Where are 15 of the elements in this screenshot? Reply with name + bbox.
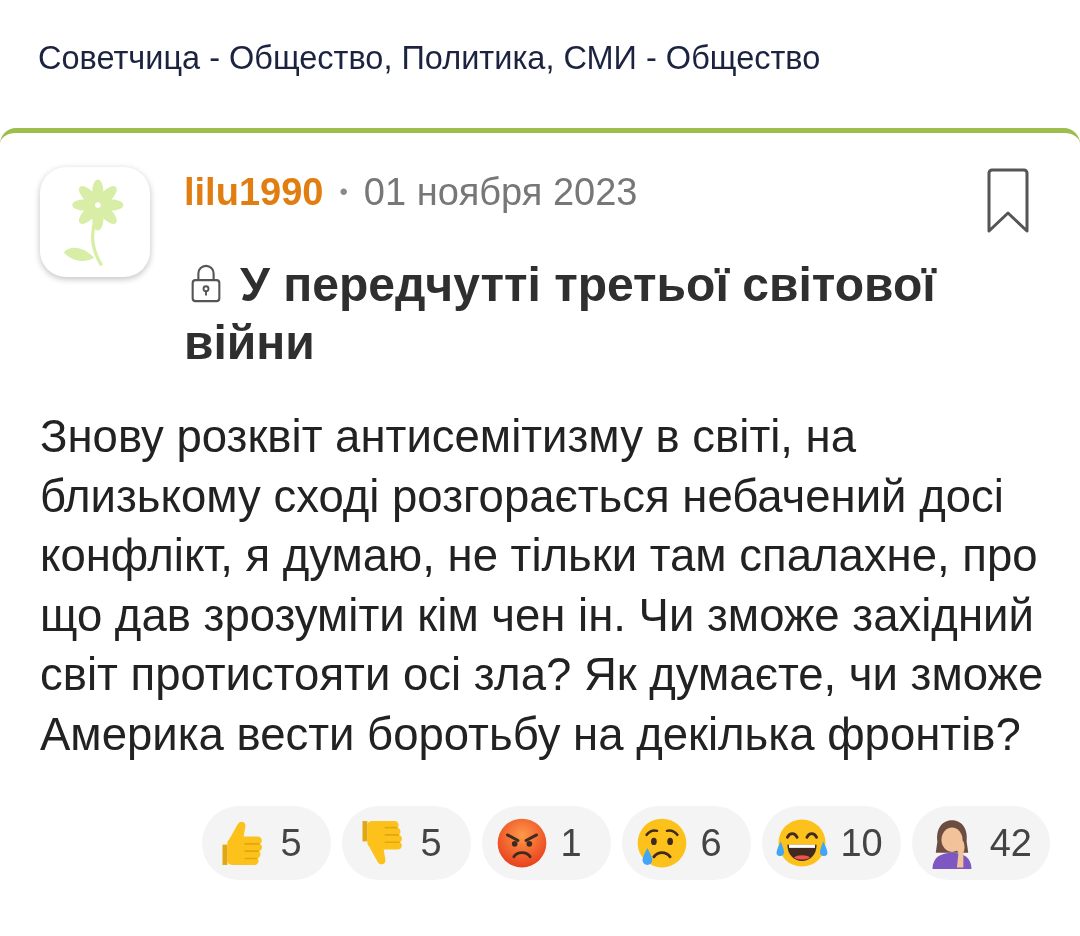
- reaction-button[interactable]: 10: [762, 806, 901, 880]
- bookmark-icon[interactable]: [986, 167, 1030, 233]
- reaction-button[interactable]: 5: [202, 806, 332, 880]
- post-body: Знову розквіт антисемітизму в світі, на близькому сході розгорається небачений досі конфлікт, я думаю, не тільки там спалахне, про що дав зрозуміти кім чен ін. Чи зможе західний світ протистояти осі зла? Як думаєте, чи зможе Америка вести боротьбу на декілька фронтів?: [39, 410, 1045, 762]
- reaction-button[interactable]: 6: [622, 806, 752, 880]
- breadcrumb[interactable]: Советчица - Общество, Политика, СМИ - Общество: [38, 40, 821, 76]
- crying-face-icon: [636, 817, 689, 869]
- separator-dot: •: [339, 177, 348, 207]
- reaction-button[interactable]: 42: [911, 806, 1050, 880]
- reaction-button[interactable]: 5: [342, 806, 472, 880]
- post-title: У передчутті третьої світової війни: [184, 258, 936, 369]
- laughing-face-icon: [776, 817, 829, 869]
- post-date: 01 ноября 2023: [363, 169, 638, 215]
- angry-face-icon: [496, 817, 549, 869]
- reaction-button[interactable]: 1: [482, 806, 612, 880]
